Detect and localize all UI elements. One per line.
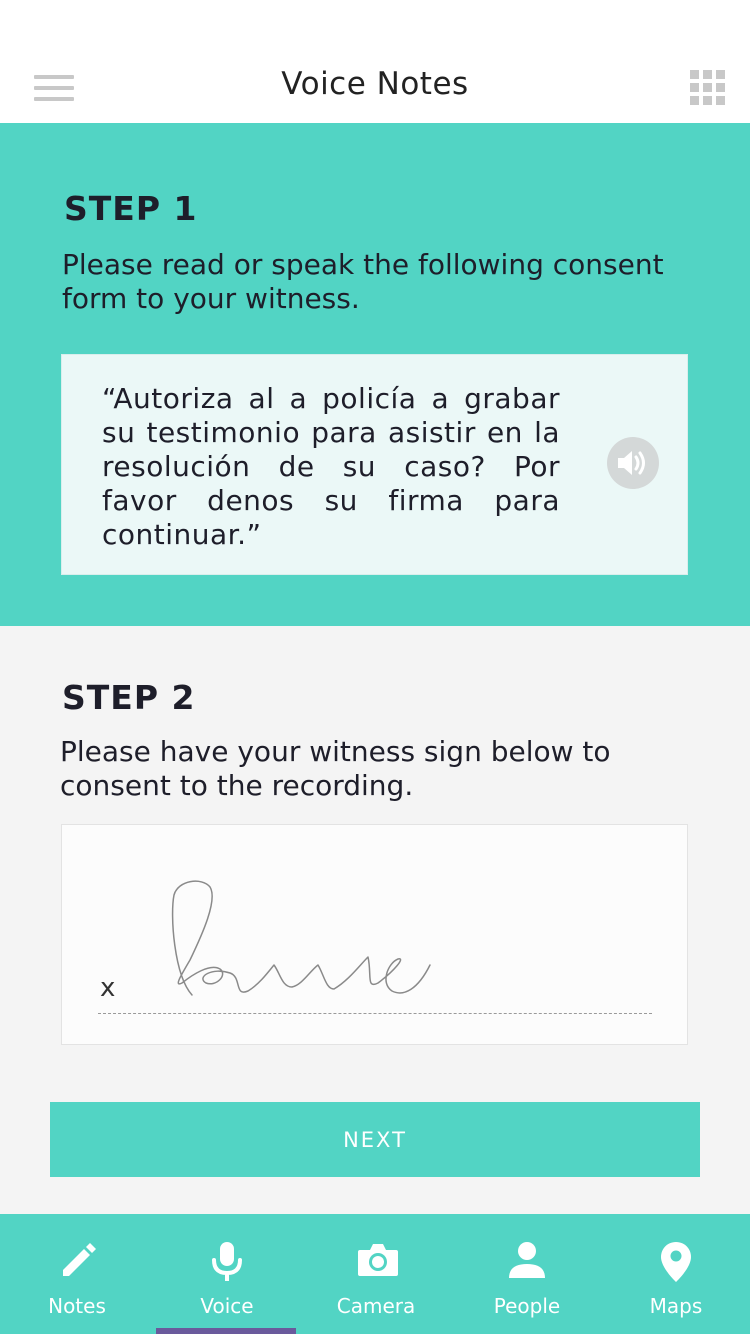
map-pin-icon [661,1242,691,1282]
step-1-section: STEP 1 Please read or speak the followin… [0,123,750,626]
microphone-icon [212,1242,242,1281]
tab-camera[interactable]: Camera [301,1214,451,1334]
page-title: Voice Notes [281,66,469,102]
consent-form-text: “Autoriza al a policía a grabar su testi… [102,382,560,551]
tab-maps[interactable]: Maps [601,1214,750,1334]
tab-people-label: People [493,1294,561,1318]
tab-voice-label: Voice [200,1294,254,1318]
person-icon [509,1242,545,1278]
signature-line [98,1013,652,1014]
signature-pad[interactable]: x [61,824,688,1045]
tab-notes[interactable]: Notes [2,1214,152,1334]
step-2-heading: STEP 2 [62,678,196,717]
voice-notes-screen: Voice Notes STEP 1 Please read or speak … [0,0,750,1334]
camera-icon [358,1244,398,1276]
speaker-icon [618,451,645,475]
tab-voice[interactable]: Voice [152,1214,302,1334]
grid-menu-icon[interactable] [690,70,726,106]
tab-camera-label: Camera [336,1294,416,1318]
tab-notes-label: Notes [48,1294,106,1318]
active-tab-indicator [156,1328,296,1334]
play-audio-button[interactable] [607,437,659,489]
step-1-heading: STEP 1 [64,189,198,228]
header-bar: Voice Notes [0,0,750,123]
step-1-instruction: Please read or speak the following conse… [62,248,664,315]
consent-form-box: “Autoriza al a policía a grabar su testi… [61,354,688,575]
bottom-tab-bar: Notes Voice Camera People Maps [0,1214,750,1334]
step-2-section: STEP 2 Please have your witness sign bel… [0,626,750,1214]
tab-maps-label: Maps [649,1294,703,1318]
next-button[interactable]: NEXT [50,1102,700,1177]
step-2-instruction: Please have your witness sign below to c… [60,735,611,802]
tab-people[interactable]: People [452,1214,602,1334]
signature-x-marker: x [100,973,116,1003]
pencil-icon [63,1243,96,1276]
